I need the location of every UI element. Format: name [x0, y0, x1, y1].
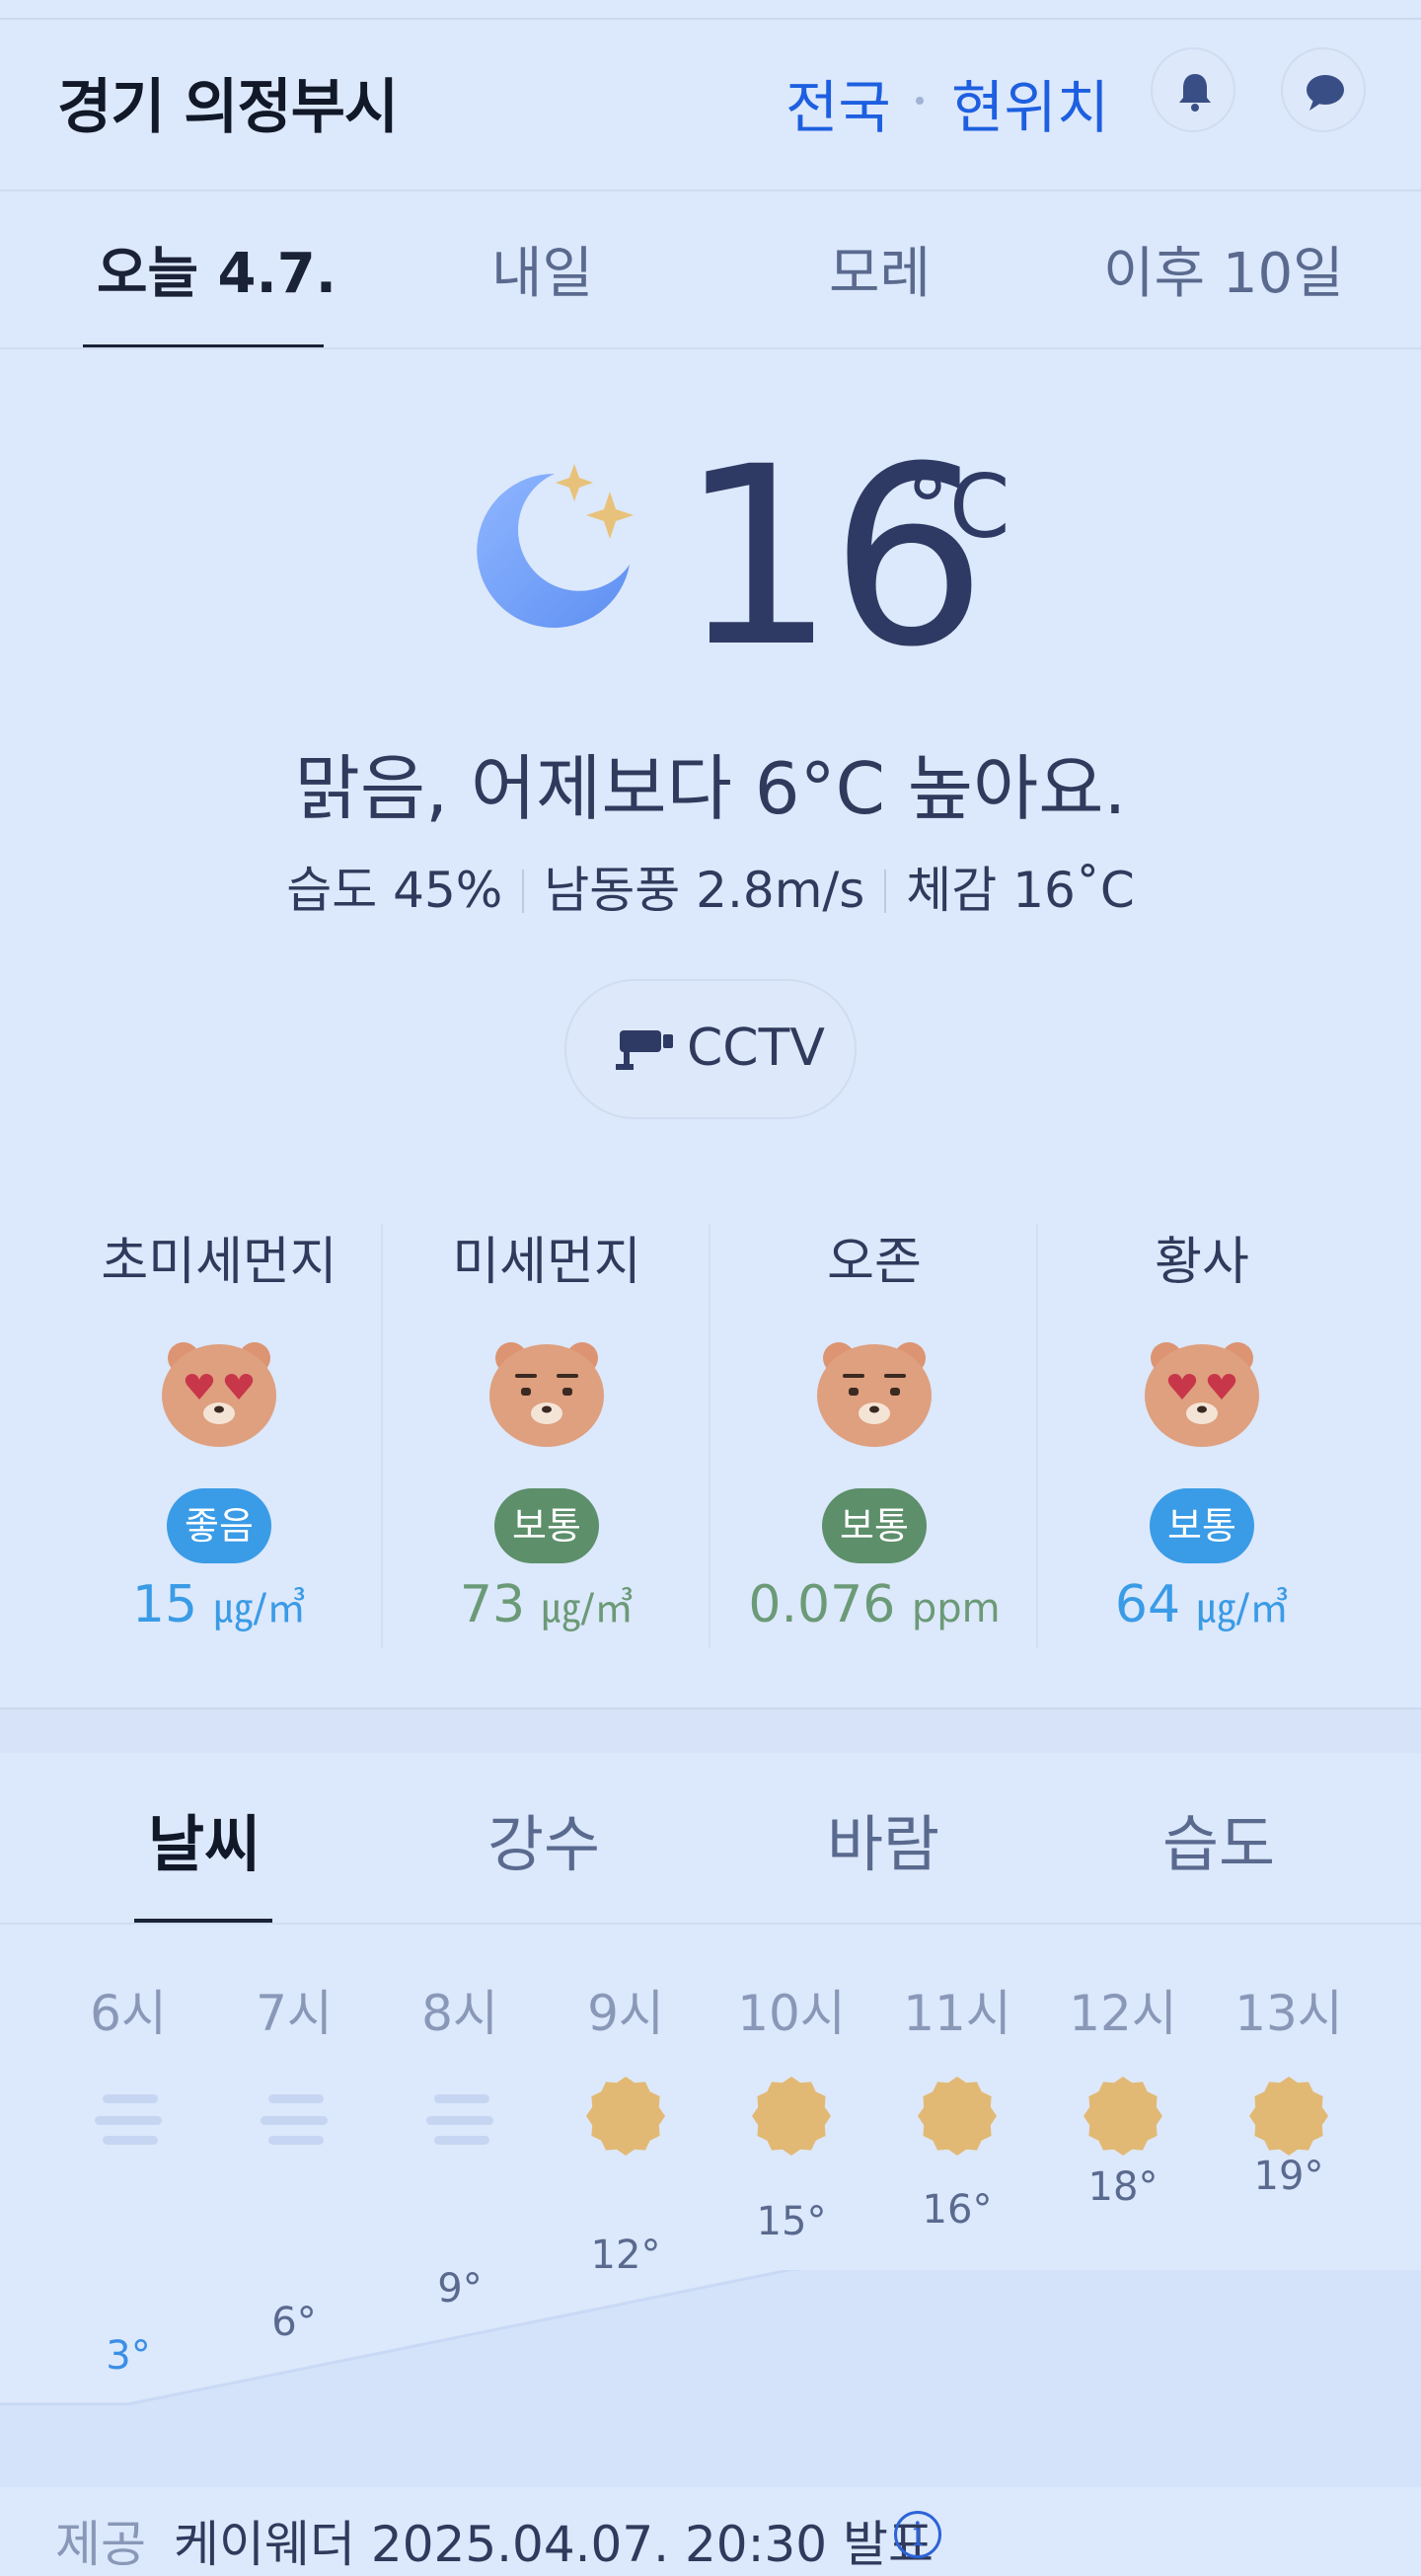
national-link[interactable]: 전국 [785, 61, 891, 144]
aq-label: 오존 [827, 1233, 922, 1292]
tabs-divider [0, 1923, 1421, 1925]
aq-value: 73 ㎍/㎥ [459, 1575, 635, 1634]
section-separator [0, 1707, 1421, 1753]
temperature-unit: °C [906, 456, 1010, 558]
chat-bubble-icon [1307, 75, 1344, 111]
aq-label: 미세먼지 [452, 1233, 641, 1292]
source-text: 케이웨더 2025.04.07. 20:30 발표 [174, 2516, 934, 2573]
cctv-camera-icon [616, 1030, 673, 1070]
hour-label: 6시 [90, 1985, 167, 2042]
hour-label: 12시 [1069, 1985, 1177, 2042]
feels-like-text: 체감 16˚C [906, 862, 1135, 919]
link-separator-dot [916, 97, 924, 105]
top-divider [0, 18, 1421, 20]
aq-value: 15 ㎍/㎥ [131, 1575, 307, 1634]
hour-temperature: 15° [756, 2198, 827, 2244]
header-divider [0, 189, 1421, 191]
info-icon[interactable]: i [894, 2511, 941, 2558]
tab-wind[interactable]: 바람 [827, 1794, 939, 1883]
weather-details: 습도 45% 남동풍 2.8m/s 체감 16˚C [0, 851, 1421, 922]
hour-label: 13시 [1234, 1985, 1343, 2042]
wind-text: 남동풍 2.8m/s [544, 862, 865, 919]
tabs-divider [0, 347, 1421, 349]
clear-night-moon-icon [477, 464, 634, 628]
aq-label: 황사 [1155, 1233, 1249, 1292]
weather-summary: 맑음, 어제보다 6°C 높아요. [294, 747, 1127, 830]
sun-icon [918, 2077, 997, 2156]
hour-temperature: 16° [922, 2187, 993, 2234]
footer: 제공 케이웨더 2025.04.07. 20:30 발표 i [0, 2487, 1421, 2573]
bell-icon [1179, 74, 1211, 112]
aq-status-badge: 보통 [494, 1488, 599, 1563]
hour-temperature: 19° [1253, 2154, 1324, 2200]
tab-next-10-days[interactable]: 이후 10일 [1103, 229, 1344, 309]
tab-precipitation[interactable]: 강수 [487, 1794, 600, 1883]
hour-temperature: 18° [1087, 2164, 1159, 2211]
tab-weather[interactable]: 날씨 [148, 1794, 261, 1883]
heart-eyes-bear-icon [1145, 1342, 1259, 1447]
chat-button[interactable] [1281, 47, 1366, 132]
hour-temperature: 3° [106, 2332, 151, 2379]
aq-status-badge: 보통 [1150, 1488, 1254, 1563]
cctv-label: CCTV [687, 1019, 825, 1078]
air-quality-ultrafine-dust[interactable]: 초미세먼지 좋음 15 ㎍/㎥ [55, 1220, 383, 1648]
detail-separator [522, 870, 525, 913]
aq-value: 64 ㎍/㎥ [1114, 1575, 1290, 1634]
temperature-graph [0, 2270, 1421, 2487]
tab-today[interactable]: 오늘 4.7. [97, 229, 337, 309]
notification-button[interactable] [1151, 47, 1235, 132]
location-title[interactable]: 경기 의정부시 [57, 59, 399, 145]
tab-day-after-tomorrow[interactable]: 모레 [829, 229, 931, 309]
cctv-button[interactable]: CCTV [564, 979, 857, 1119]
aq-label: 초미세먼지 [101, 1233, 337, 1292]
air-quality-yellow-dust[interactable]: 황사 보통 64 ㎍/㎥ [1038, 1220, 1366, 1648]
header: 경기 의정부시 전국 현위치 [0, 22, 1421, 189]
aq-status-badge: 좋음 [167, 1488, 271, 1563]
fog-icon [95, 2094, 162, 2145]
sun-icon [1249, 2077, 1328, 2156]
hour-label: 7시 [256, 1985, 333, 2042]
air-quality-fine-dust[interactable]: 미세먼지 보통 73 ㎍/㎥ [383, 1220, 710, 1648]
hour-label: 9시 [587, 1985, 664, 2042]
air-quality-ozone[interactable]: 오존 보통 0.076 ppm [710, 1220, 1038, 1648]
fog-icon [426, 2094, 493, 2145]
hour-temperature: 9° [437, 2265, 483, 2311]
hour-temperature: 12° [590, 2232, 661, 2278]
detail-separator [884, 870, 887, 913]
tab-humidity[interactable]: 습도 [1162, 1794, 1275, 1883]
current-location-link[interactable]: 현위치 [951, 61, 1109, 144]
hour-label: 10시 [737, 1985, 846, 2042]
sun-icon [1084, 2077, 1162, 2156]
fog-icon [261, 2094, 328, 2145]
neutral-bear-icon [817, 1342, 932, 1447]
hour-temperature: 6° [271, 2299, 317, 2345]
aq-status-badge: 보통 [822, 1488, 927, 1563]
hour-label: 11시 [903, 1985, 1011, 2042]
sun-icon [752, 2077, 831, 2156]
heart-eyes-bear-icon [162, 1342, 276, 1447]
sun-icon [586, 2077, 665, 2156]
temperature-area [0, 2270, 1421, 2487]
hour-label: 8시 [421, 1985, 498, 2042]
source-label: 제공 [55, 2516, 146, 2573]
humidity-text: 습도 45% [286, 862, 503, 919]
neutral-bear-icon [489, 1342, 604, 1447]
tab-tomorrow[interactable]: 내일 [491, 229, 593, 309]
aq-value: 0.076 ppm [748, 1575, 1001, 1634]
